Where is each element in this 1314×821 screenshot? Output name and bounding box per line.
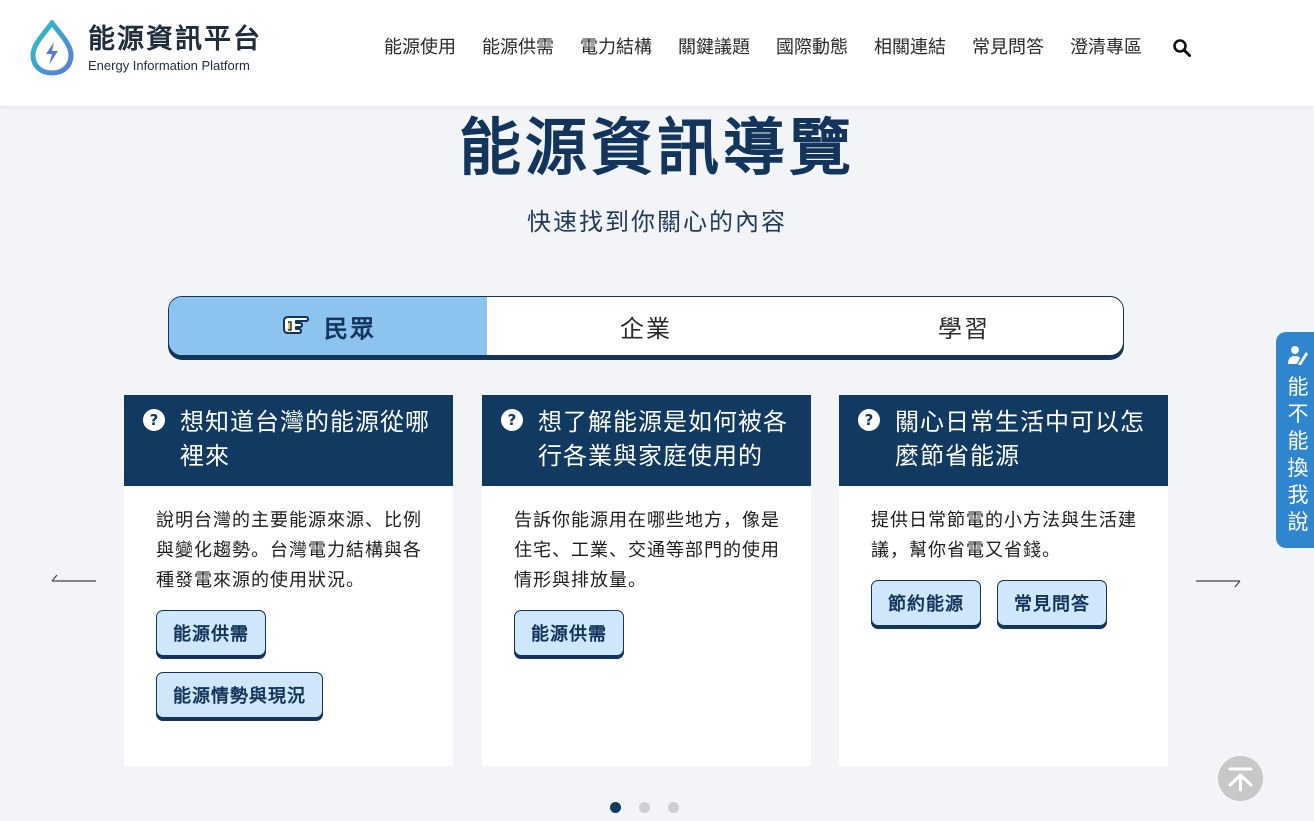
feedback-label: 能不能換我說 xyxy=(1287,375,1309,534)
feedback-icon xyxy=(1288,346,1308,365)
nav-item-international[interactable]: 國際動態 xyxy=(776,34,848,62)
page-subtitle: 快速找到你關心的內容 xyxy=(527,208,787,236)
nav-item-links[interactable]: 相關連結 xyxy=(874,34,946,62)
card-description: 提供日常節電的小方法與生活建議，幫你省電又省錢。 xyxy=(871,510,1137,561)
page-title: 能源資訊導覽 xyxy=(458,111,855,184)
search-icon[interactable] xyxy=(1172,38,1192,58)
carousel-dot[interactable] xyxy=(668,802,679,813)
link-button[interactable]: 能源供需 xyxy=(514,610,624,656)
carousel-next-arrow-icon[interactable] xyxy=(1196,570,1242,590)
pointing-hand-icon xyxy=(283,316,309,334)
tab-business-label: 企業 xyxy=(620,314,672,343)
card-links: 能源供需 能源情勢與現況 xyxy=(156,610,425,718)
nav-item-power-structure[interactable]: 電力結構 xyxy=(580,34,652,62)
site-header: 能源資訊平台 Energy Information Platform 能源使用 … xyxy=(0,0,1314,106)
audience-tabs: 民眾 企業 學習 xyxy=(168,296,1124,356)
card-description: 告訴你能源用在哪些地方，像是住宅、工業、交通等部門的使用情形與排放量。 xyxy=(514,510,780,591)
carousel-dot[interactable] xyxy=(610,802,621,813)
card-header: ? 關心日常生活中可以怎麼節省能源 xyxy=(839,395,1168,486)
question-icon: ? xyxy=(858,409,880,431)
logo-subtitle: Energy Information Platform xyxy=(88,57,250,73)
tab-public[interactable]: 民眾 xyxy=(169,297,487,355)
tab-public-label: 民眾 xyxy=(324,314,376,343)
site-logo[interactable]: 能源資訊平台 Energy Information Platform xyxy=(28,20,262,76)
link-button[interactable]: 節約能源 xyxy=(871,580,981,626)
card-links: 能源供需 xyxy=(514,610,783,656)
card-title: 想知道台灣的能源從哪裡來 xyxy=(180,408,430,470)
card-header: ? 想了解能源是如何被各行各業與家庭使用的 xyxy=(482,395,811,486)
card-title: 想了解能源是如何被各行各業與家庭使用的 xyxy=(538,408,788,470)
card-description: 說明台灣的主要能源來源、比例與變化趨勢。台灣電力結構與各種發電來源的使用狀況。 xyxy=(156,510,422,591)
link-button[interactable]: 能源供需 xyxy=(156,610,266,656)
main-nav: 能源使用 能源供需 電力結構 關鍵議題 國際動態 相關連結 常見問答 澄清專區 xyxy=(384,34,1192,62)
carousel-prev-arrow-icon[interactable] xyxy=(50,570,96,590)
feedback-side-tab[interactable]: 能不能換我說 xyxy=(1276,332,1314,548)
card-links: 節約能源 常見問答 xyxy=(871,580,1140,626)
logo-title: 能源資訊平台 xyxy=(88,23,262,55)
card-title: 關心日常生活中可以怎麼節省能源 xyxy=(895,408,1145,470)
nav-item-energy-use[interactable]: 能源使用 xyxy=(384,34,456,62)
tab-business[interactable]: 企業 xyxy=(487,297,805,355)
energy-drop-logo-icon xyxy=(30,20,74,76)
question-icon: ? xyxy=(501,409,523,431)
topic-card: ? 關心日常生活中可以怎麼節省能源 提供日常節電的小方法與生活建議，幫你省電又省… xyxy=(839,395,1168,766)
carousel-dot[interactable] xyxy=(639,802,650,813)
tab-learning-label: 學習 xyxy=(938,314,990,343)
nav-item-key-issues[interactable]: 關鍵議題 xyxy=(678,34,750,62)
nav-item-clarification[interactable]: 澄清專區 xyxy=(1070,34,1142,62)
link-button[interactable]: 能源情勢與現況 xyxy=(156,672,323,718)
carousel-pagination xyxy=(610,802,679,813)
question-icon: ? xyxy=(143,409,165,431)
nav-item-faq[interactable]: 常見問答 xyxy=(972,34,1044,62)
nav-item-supply-demand[interactable]: 能源供需 xyxy=(482,34,554,62)
card-header: ? 想知道台灣的能源從哪裡來 xyxy=(124,395,453,486)
topic-card: ? 想了解能源是如何被各行各業與家庭使用的 告訴你能源用在哪些地方，像是住宅、工… xyxy=(482,395,811,766)
tab-learning[interactable]: 學習 xyxy=(805,297,1123,355)
link-button[interactable]: 常見問答 xyxy=(997,580,1107,626)
topic-card: ? 想知道台灣的能源從哪裡來 說明台灣的主要能源來源、比例與變化趨勢。台灣電力結… xyxy=(124,395,453,766)
back-to-top-icon[interactable] xyxy=(1218,756,1263,801)
